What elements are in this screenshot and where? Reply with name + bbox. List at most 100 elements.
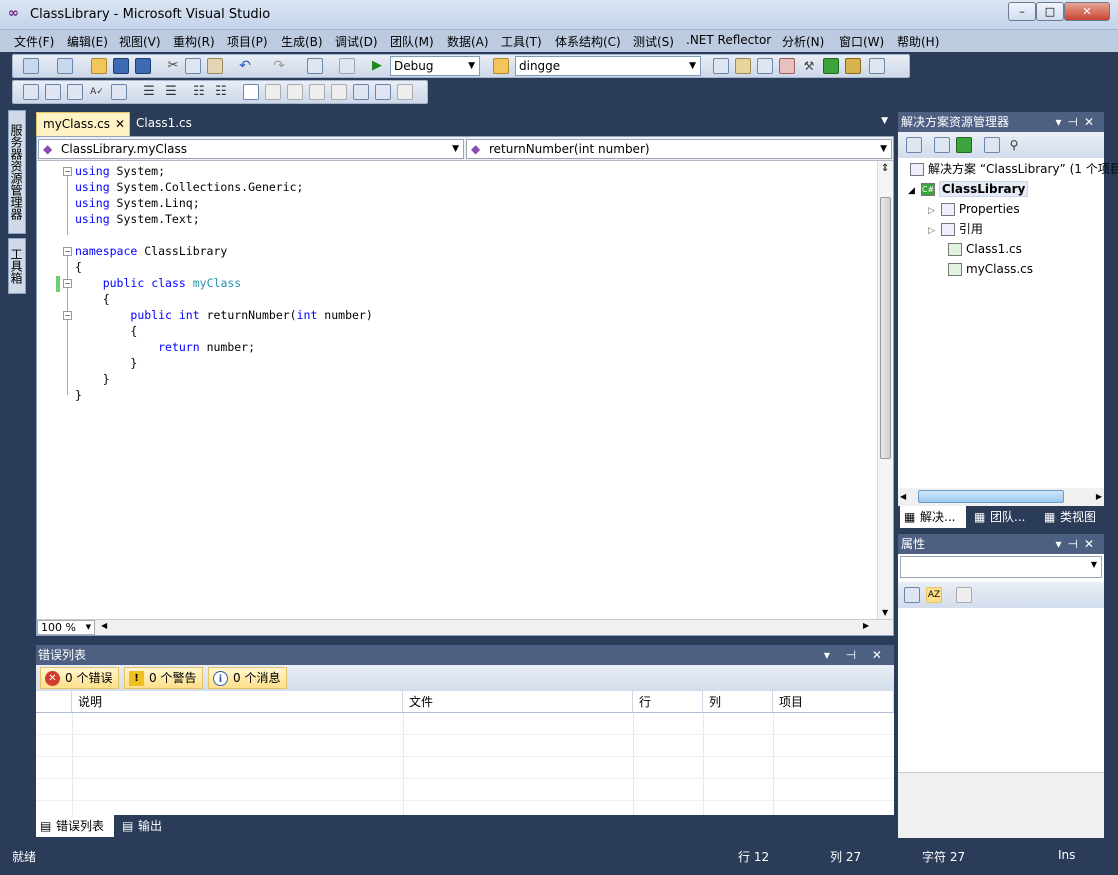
- menu-debug[interactable]: 调试(D): [335, 33, 378, 50]
- tab-myclass-cs[interactable]: myClass.cs ✕: [36, 112, 130, 136]
- zoom-combo[interactable]: 100 % ▼: [37, 620, 95, 635]
- open-folder-icon[interactable]: [91, 58, 107, 74]
- panel-controls[interactable]: ▾⊣✕: [1055, 112, 1100, 132]
- menu-test[interactable]: 测试(S): [633, 33, 674, 50]
- menu-project[interactable]: 项目(P): [227, 33, 268, 50]
- tab-dropdown-icon[interactable]: ▼: [881, 116, 888, 126]
- complete-word-icon[interactable]: A✓: [89, 84, 105, 100]
- tree-item-class1[interactable]: Class1.cs: [948, 240, 1022, 258]
- tab-class1-cs[interactable]: Class1.cs: [130, 112, 210, 136]
- toolbox-icon[interactable]: ⚒: [801, 58, 817, 74]
- errors-filter-button[interactable]: ✕ 0 个错误: [40, 667, 120, 689]
- maximize-button[interactable]: □: [1036, 2, 1064, 21]
- navigate-forward-icon[interactable]: [339, 58, 355, 74]
- menu-analyze[interactable]: 分析(N): [782, 33, 824, 50]
- split-handle-icon[interactable]: ⇕: [881, 163, 889, 174]
- menu-data[interactable]: 数据(A): [447, 33, 489, 50]
- menu-reflector[interactable]: .NET Reflector: [686, 33, 771, 47]
- extension-manager-icon[interactable]: [845, 58, 861, 74]
- menu-tools[interactable]: 工具(T): [501, 33, 542, 50]
- tab-error-list[interactable]: ▤ 错误列表: [36, 815, 114, 837]
- scroll-left-icon[interactable]: ◀: [101, 621, 107, 630]
- view-code-icon[interactable]: [984, 137, 1000, 153]
- scroll-down-icon[interactable]: ▼: [882, 608, 888, 617]
- comment-icon[interactable]: ☷: [191, 84, 207, 100]
- categorized-icon[interactable]: [904, 587, 920, 603]
- server-explorer-tab[interactable]: 服务器资源管理器: [8, 110, 26, 234]
- tree-item-properties[interactable]: ▷ Properties: [928, 200, 1020, 218]
- tree-project[interactable]: ◢ C# ClassLibrary: [908, 180, 1029, 198]
- save-all-icon[interactable]: [135, 58, 151, 74]
- parameter-info-icon[interactable]: [45, 84, 61, 100]
- menu-architecture[interactable]: 体系结构(C): [555, 33, 621, 50]
- solution-configuration-combo[interactable]: Debug ▼: [390, 56, 480, 76]
- column-header-line[interactable]: 行: [633, 691, 703, 713]
- tab-solution-explorer[interactable]: ▦ 解决...: [900, 506, 966, 528]
- menu-refactor[interactable]: 重构(R): [173, 33, 215, 50]
- close-tab-icon[interactable]: ✕: [115, 113, 125, 135]
- tree-solution[interactable]: 解决方案 “ClassLibrary” (1 个项目): [910, 160, 1118, 178]
- copy-icon[interactable]: [185, 58, 201, 74]
- column-header-project[interactable]: 项目: [773, 691, 894, 713]
- tab-team-explorer[interactable]: ▦ 团队...: [970, 506, 1036, 528]
- panel-controls[interactable]: ▾ ⊣ ✕: [824, 645, 888, 665]
- command-window-icon[interactable]: [869, 58, 885, 74]
- decrease-indent-icon[interactable]: ☰: [141, 84, 157, 100]
- scroll-left-icon[interactable]: ◀: [900, 492, 906, 501]
- properties-window-icon[interactable]: [757, 58, 773, 74]
- scroll-right-icon[interactable]: ▶: [1096, 492, 1102, 501]
- new-project-icon[interactable]: [23, 58, 39, 74]
- messages-filter-button[interactable]: i 0 个消息: [208, 667, 288, 689]
- start-page-icon[interactable]: [823, 58, 839, 74]
- solution-explorer-icon[interactable]: [735, 58, 751, 74]
- menu-team[interactable]: 团队(M): [390, 33, 434, 50]
- scroll-thumb[interactable]: [880, 197, 891, 459]
- cut-icon[interactable]: ✂: [165, 58, 181, 74]
- collapse-icon[interactable]: −: [63, 247, 72, 256]
- uncomment-icon[interactable]: ☷: [213, 84, 229, 100]
- tab-class-view[interactable]: ▦ 类视图: [1040, 506, 1104, 528]
- menu-window[interactable]: 窗口(W): [839, 33, 884, 50]
- menu-edit[interactable]: 编辑(E): [67, 33, 108, 50]
- paste-icon[interactable]: [207, 58, 223, 74]
- menu-build[interactable]: 生成(B): [281, 33, 323, 50]
- warnings-filter-button[interactable]: ! 0 个警告: [124, 667, 204, 689]
- increase-indent-icon[interactable]: ☰: [163, 84, 179, 100]
- find-in-files-icon[interactable]: [493, 58, 509, 74]
- code-text-area[interactable]: − − − − using System; using System.Collec…: [37, 161, 877, 619]
- toolbox-tab[interactable]: 工具箱: [8, 238, 26, 294]
- refresh-icon[interactable]: [956, 137, 972, 153]
- properties-icon[interactable]: [906, 137, 922, 153]
- display-word-icon[interactable]: [111, 84, 127, 100]
- property-pages-icon[interactable]: [956, 587, 972, 603]
- start-debugging-icon[interactable]: ▶: [369, 58, 385, 74]
- alphabetical-icon[interactable]: AZ: [926, 587, 942, 603]
- prev-bookmark-doc-icon[interactable]: [353, 84, 369, 100]
- tree-item-references[interactable]: ▷ 引用: [928, 220, 983, 238]
- bookmark-icon[interactable]: [243, 84, 259, 100]
- column-header-file[interactable]: 文件: [403, 691, 633, 713]
- undo-icon[interactable]: ↶: [237, 58, 253, 74]
- show-all-files-icon[interactable]: [934, 137, 950, 153]
- quick-info-icon[interactable]: [67, 84, 83, 100]
- collapse-icon[interactable]: −: [63, 311, 72, 320]
- minimize-button[interactable]: –: [1008, 2, 1036, 21]
- menu-view[interactable]: 视图(V): [119, 33, 161, 50]
- scroll-right-icon[interactable]: ▶: [863, 621, 869, 630]
- clear-bookmarks-icon[interactable]: [397, 84, 413, 100]
- tab-output[interactable]: ▤ 输出: [118, 815, 178, 837]
- list-members-icon[interactable]: [23, 84, 39, 100]
- view-class-diagram-icon[interactable]: ⚲: [1006, 137, 1022, 153]
- column-header-blank[interactable]: [36, 691, 72, 713]
- prev-bookmark-icon[interactable]: [265, 84, 281, 100]
- member-dropdown[interactable]: ◆ returnNumber(int number) ▼: [466, 139, 892, 159]
- collapse-icon[interactable]: −: [63, 279, 72, 288]
- prev-bookmark-folder-icon[interactable]: [309, 84, 325, 100]
- panel-controls[interactable]: ▾⊣✕: [1055, 534, 1100, 554]
- add-item-icon[interactable]: [57, 58, 73, 74]
- column-header-column[interactable]: 列: [703, 691, 773, 713]
- object-browser-icon[interactable]: [779, 58, 795, 74]
- object-selector-combo[interactable]: ▼: [900, 556, 1102, 578]
- find-icon[interactable]: [713, 58, 729, 74]
- next-bookmark-folder-icon[interactable]: [331, 84, 347, 100]
